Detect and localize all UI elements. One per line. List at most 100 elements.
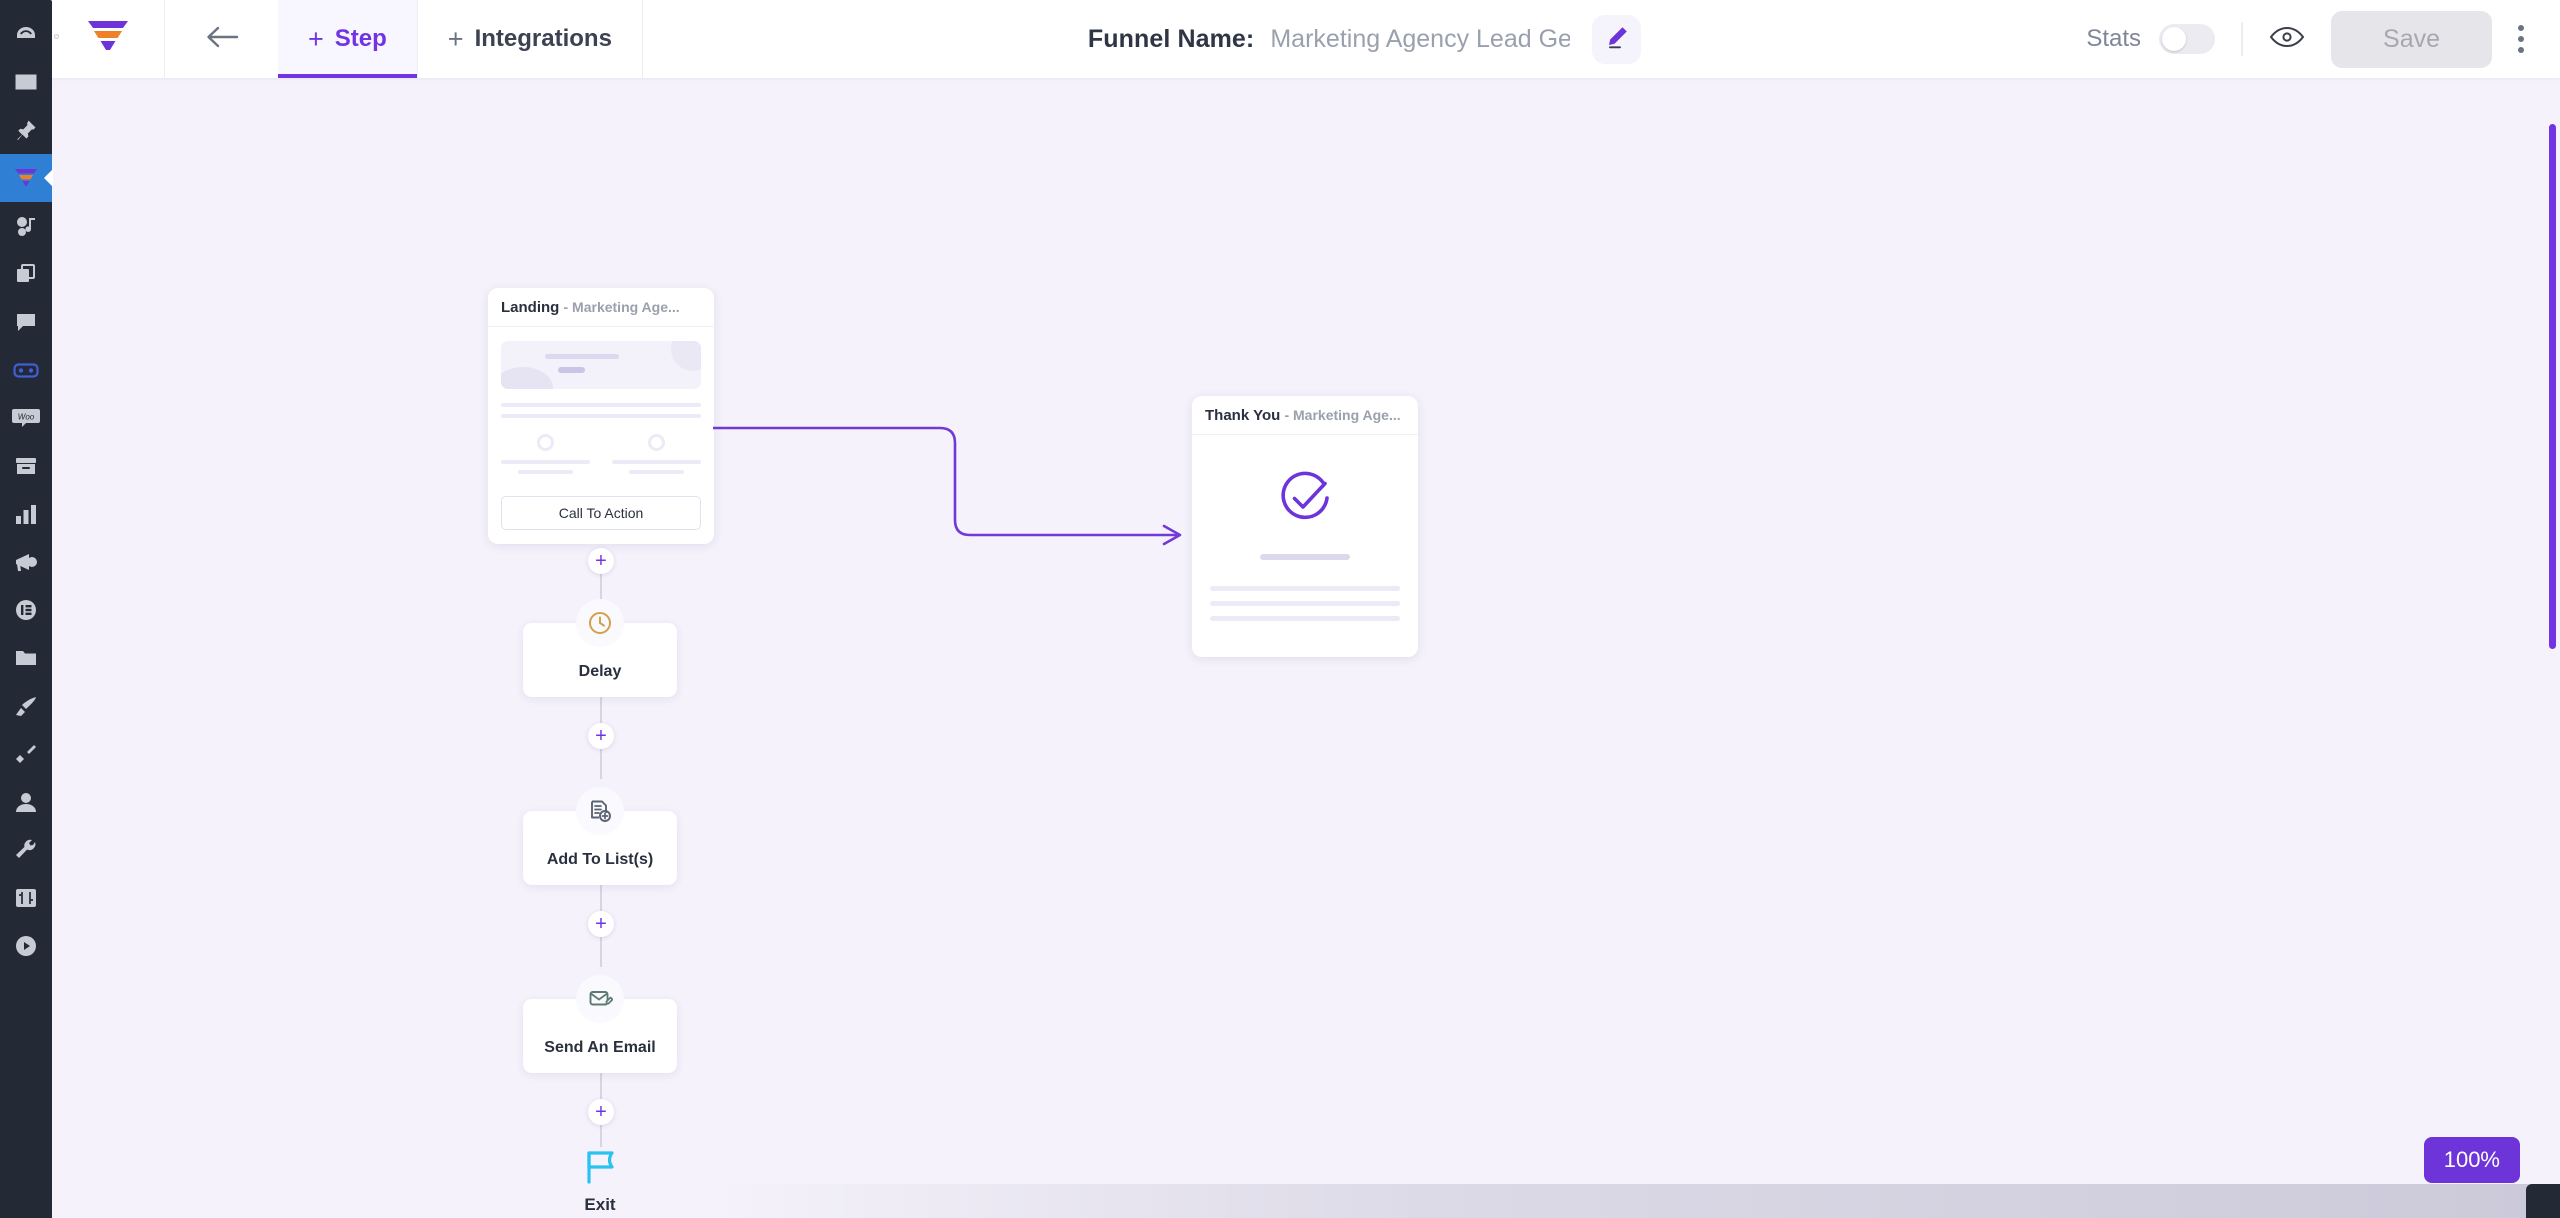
page-node-thankyou[interactable]: Thank You - Marketing Age...: [1192, 396, 1418, 657]
tab-step-label: Step: [334, 25, 387, 52]
landing-node-subtitle: - Marketing Age...: [563, 299, 680, 315]
canvas-inner: Landing - Marketing Age... Call To Actio…: [52, 78, 2560, 1218]
sidebar-item-pin[interactable]: [0, 106, 52, 154]
funnel-name-value[interactable]: Marketing Agency Lead Gener...: [1270, 25, 1570, 54]
sidebar-item-dashboard[interactable]: [0, 10, 52, 58]
canvas-bottom-shadow: [52, 1184, 2560, 1218]
sidebar-item-tools[interactable]: [0, 826, 52, 874]
stats-toggle-knob: [2162, 27, 2187, 51]
app-root: Woo + Step + Integrations Funnel Name: M…: [0, 0, 2560, 1218]
thankyou-text-line: [1210, 616, 1400, 621]
megaphone-icon: [14, 551, 38, 573]
landing-node-preview: Call To Action: [488, 327, 714, 544]
funnel-canvas[interactable]: Landing - Marketing Age... Call To Actio…: [52, 78, 2560, 1218]
sidebar-collapse-dot[interactable]: [54, 34, 59, 39]
edit-funnel-name-button[interactable]: [1592, 14, 1642, 64]
action-node-delay[interactable]: Delay: [523, 599, 677, 697]
media-icon: [14, 214, 38, 238]
sidebar-item-archive[interactable]: [0, 442, 52, 490]
archive-box-icon: [14, 455, 38, 477]
main-area: + Step + Integrations Funnel Name: Marke…: [52, 0, 2560, 1218]
arrow-left-icon: [204, 24, 240, 55]
woo-icon: Woo: [12, 407, 40, 429]
sidebar-item-vr[interactable]: [0, 346, 52, 394]
landing-feature-icon: [537, 434, 554, 451]
add-step-button-4[interactable]: +: [588, 1099, 614, 1125]
sidebar-item-files[interactable]: [0, 634, 52, 682]
plug-icon: [14, 743, 38, 765]
sidebar-item-media[interactable]: [0, 202, 52, 250]
list-add-icon: [576, 787, 624, 835]
sidebar-item-email[interactable]: [0, 58, 52, 106]
landing-node-header: Landing - Marketing Age...: [488, 288, 714, 327]
tab-integrations-plus-icon: +: [447, 23, 464, 54]
toolbar-right-controls: Stats Save: [2086, 0, 2560, 78]
sidebar-item-woocommerce[interactable]: Woo: [0, 394, 52, 442]
action-node-send-an-email-label: Send An Email: [544, 1039, 656, 1056]
sidebar-item-funnels[interactable]: [0, 154, 52, 202]
thankyou-heading-placeholder: [1260, 554, 1350, 560]
add-step-button-3[interactable]: +: [588, 911, 614, 937]
tab-integrations-label: Integrations: [474, 25, 612, 52]
exit-node-label: Exit: [584, 1195, 616, 1214]
canvas-vertical-scrollbar[interactable]: [2549, 124, 2556, 649]
funnel-icon: [13, 167, 39, 189]
thankyou-node-header: Thank You - Marketing Age...: [1192, 396, 1418, 435]
pin-icon: [14, 118, 38, 142]
sidebar-item-chat[interactable]: [0, 298, 52, 346]
admin-sidebar: Woo: [0, 0, 59, 1218]
chat-bubble-icon: [14, 310, 38, 334]
sidebar-item-settings[interactable]: [0, 874, 52, 922]
tab-integrations[interactable]: + Integrations: [418, 0, 642, 78]
save-button[interactable]: Save: [2331, 10, 2492, 68]
landing-feature-icon: [648, 434, 665, 451]
paint-brush-icon: [14, 695, 38, 717]
landing-feature-column: [612, 434, 701, 480]
wrench-icon: [14, 839, 38, 861]
sidebar-item-plugins[interactable]: [0, 730, 52, 778]
add-step-button-2[interactable]: +: [588, 723, 614, 749]
landing-text-line: [501, 414, 701, 418]
landing-node-title: Landing: [501, 299, 560, 316]
clock-icon: [576, 599, 624, 647]
play-circle-icon: [14, 934, 38, 958]
funnel-logo-icon: [85, 18, 131, 61]
email-edit-icon: [576, 975, 624, 1023]
sidebar-item-elementor[interactable]: [0, 586, 52, 634]
bar-chart-icon: [14, 503, 38, 525]
action-node-send-an-email[interactable]: Send An Email: [523, 975, 677, 1073]
sidebar-item-users[interactable]: [0, 778, 52, 826]
stats-toggle[interactable]: [2159, 24, 2216, 54]
sidebar-item-pages[interactable]: [0, 250, 52, 298]
gauge-icon: [14, 22, 38, 46]
tab-step[interactable]: + Step: [278, 0, 417, 78]
top-toolbar: + Step + Integrations Funnel Name: Marke…: [52, 0, 2560, 78]
envelope-icon: [14, 70, 38, 94]
toolbar-divider: [2241, 22, 2244, 56]
back-button[interactable]: [165, 0, 278, 78]
svg-text:Woo: Woo: [18, 413, 35, 422]
copy-pages-icon: [14, 262, 38, 286]
thankyou-node-preview: [1192, 435, 1418, 657]
thankyou-node-subtitle: - Marketing Age...: [1284, 407, 1401, 423]
sidebar-item-appearance[interactable]: [0, 682, 52, 730]
sidebar-item-announcements[interactable]: [0, 538, 52, 586]
more-options-button[interactable]: [2492, 25, 2538, 53]
exit-node[interactable]: Exit: [551, 1144, 649, 1215]
preview-button[interactable]: [2269, 25, 2305, 54]
add-step-button-1[interactable]: +: [588, 548, 614, 574]
page-node-landing[interactable]: Landing - Marketing Age... Call To Actio…: [488, 288, 714, 544]
funnel-name-label: Funnel Name:: [1087, 24, 1255, 53]
zoom-level-badge[interactable]: 100%: [2423, 1137, 2520, 1183]
folder-icon: [14, 648, 38, 668]
sidebar-item-player[interactable]: [0, 922, 52, 970]
landing-cta-button[interactable]: Call To Action: [501, 496, 701, 530]
sliders-icon: [14, 887, 38, 909]
action-node-add-to-lists-label: Add To List(s): [546, 851, 654, 868]
brand-logo-button[interactable]: [52, 0, 165, 78]
vr-goggles-icon: [13, 360, 39, 380]
action-node-add-to-lists[interactable]: Add To List(s): [523, 787, 677, 885]
check-circle-icon: [1210, 469, 1400, 532]
sidebar-item-analytics[interactable]: [0, 490, 52, 538]
landing-hero-placeholder: [501, 341, 701, 389]
